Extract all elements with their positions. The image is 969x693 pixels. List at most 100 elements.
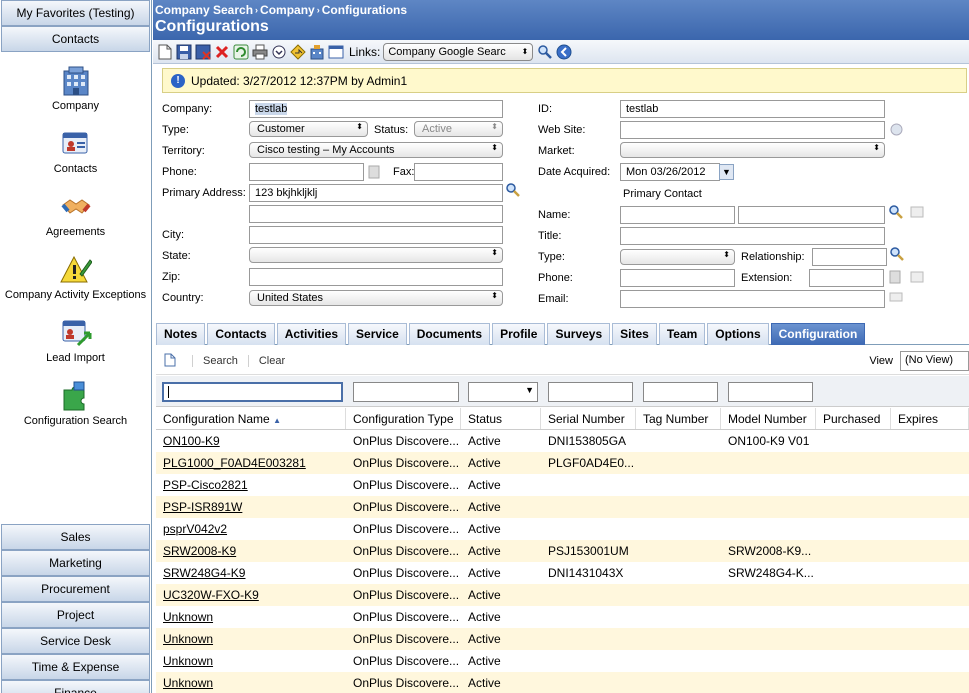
print-icon[interactable] <box>252 44 268 60</box>
territory-select[interactable]: Cisco testing – My Accounts ⬍ <box>249 142 503 158</box>
filter-serial-number[interactable] <box>548 382 633 402</box>
calendar-dropdown-icon[interactable]: ▼ <box>719 164 734 180</box>
city-field[interactable] <box>249 226 503 244</box>
column-header-configuration-type[interactable]: Configuration Type <box>346 408 461 429</box>
contact-card-icon[interactable] <box>910 206 924 220</box>
history-icon[interactable] <box>271 44 287 60</box>
sidebar-item-lead-import[interactable]: Lead Import <box>0 316 151 365</box>
filter-configuration-name[interactable] <box>162 382 343 402</box>
state-select[interactable]: ⬍ <box>249 247 503 263</box>
relationship-search-icon[interactable] <box>890 247 904 261</box>
window-icon[interactable] <box>328 44 344 60</box>
sidebar-item-company[interactable]: Company <box>0 64 151 113</box>
configuration-name-link[interactable]: SRW248G4-K9 <box>156 562 346 584</box>
id-field[interactable]: testlab <box>620 100 885 118</box>
zip-field[interactable] <box>249 268 503 286</box>
module-procurement-button[interactable]: Procurement <box>1 576 150 602</box>
module-sales-button[interactable]: Sales <box>1 524 150 550</box>
refresh-icon[interactable] <box>233 44 249 60</box>
table-row[interactable]: UC320W-FXO-K9 OnPlus Discovere... Active <box>156 584 969 606</box>
delete-icon[interactable] <box>214 44 230 60</box>
tab-profile[interactable]: Profile <box>492 323 546 345</box>
configuration-name-link[interactable]: ON100-K9 <box>156 430 346 452</box>
configuration-name-link[interactable]: Unknown <box>156 672 346 693</box>
links-search-icon[interactable] <box>537 44 553 60</box>
contact-type-select[interactable]: ⬍ <box>620 249 735 265</box>
contact-phone-book-icon[interactable] <box>889 270 903 284</box>
tab-sites[interactable]: Sites <box>612 323 657 345</box>
column-header-configuration-name[interactable]: Configuration Name ▲ <box>156 408 346 429</box>
table-row[interactable]: SRW248G4-K9 OnPlus Discovere... Active DNI1… <box>156 562 969 584</box>
sidebar-item-agreements[interactable]: Agreements <box>0 190 151 239</box>
column-header-status[interactable]: Status <box>461 408 541 429</box>
company-field[interactable]: testlab <box>249 100 503 118</box>
tab-options[interactable]: Options <box>707 323 769 345</box>
country-select[interactable]: United States ⬍ <box>249 290 503 306</box>
module-service-desk-button[interactable]: Service Desk <box>1 628 150 654</box>
links-select[interactable]: Company Google Searc ⬍ <box>383 42 534 61</box>
configuration-name-link[interactable]: Unknown <box>156 606 346 628</box>
module-finance-button[interactable]: Finance <box>1 680 150 693</box>
address-line2-field[interactable] <box>249 205 503 223</box>
sidebar-item-configuration-search[interactable]: Configuration Search <box>0 379 151 428</box>
tab-documents[interactable]: Documents <box>408 323 491 345</box>
breadcrumb-company-search[interactable]: Company Search <box>155 3 253 17</box>
configuration-name-link[interactable]: psprV042v2 <box>156 518 346 540</box>
go-arrow-icon[interactable] <box>556 44 572 60</box>
module-time-expense-button[interactable]: Time & Expense <box>1 654 150 680</box>
relationship-field[interactable] <box>812 248 887 266</box>
contact-phone-field[interactable] <box>620 269 735 287</box>
status-select[interactable]: Active ⬍ <box>414 121 503 137</box>
configuration-name-link[interactable]: PSP-Cisco2821 <box>156 474 346 496</box>
tab-activities[interactable]: Activities <box>276 323 347 345</box>
view-select[interactable]: (No View) <box>900 350 969 371</box>
table-row[interactable]: Unknown OnPlus Discovere... Active <box>156 650 969 672</box>
configuration-name-link[interactable]: SRW2008-K9 <box>156 540 346 562</box>
my-favorites-button[interactable]: My Favorites (Testing) <box>1 0 150 26</box>
configuration-name-link[interactable]: Unknown <box>156 650 346 672</box>
contact-search-icon[interactable] <box>889 205 903 219</box>
tab-notes[interactable]: Notes <box>156 323 206 345</box>
tab-surveys[interactable]: Surveys <box>547 323 611 345</box>
contact-last-name-field[interactable] <box>738 206 885 224</box>
contact-email-field[interactable] <box>620 290 885 308</box>
save-close-icon[interactable] <box>195 44 211 60</box>
table-row[interactable]: Unknown OnPlus Discovere... Active <box>156 672 969 693</box>
table-row[interactable]: psprV042v2 OnPlus Discovere... Active <box>156 518 969 540</box>
module-marketing-button[interactable]: Marketing <box>1 550 150 576</box>
new-configuration-icon[interactable] <box>164 353 178 369</box>
date-acquired-field[interactable]: Mon 03/26/2012 <box>620 163 720 181</box>
configuration-name-link[interactable]: UC320W-FXO-K9 <box>156 584 346 606</box>
tab-service[interactable]: Service <box>348 323 407 345</box>
filter-configuration-type[interactable] <box>353 382 459 402</box>
phone-field[interactable] <box>249 163 364 181</box>
tab-contacts[interactable]: Contacts <box>207 323 275 345</box>
sidebar-item-contacts[interactable]: Contacts <box>0 127 151 176</box>
filter-status[interactable]: ▼ <box>468 382 538 402</box>
grid-clear-button[interactable]: Clear <box>247 354 295 367</box>
table-row[interactable]: ON100-K9 OnPlus Discovere... Active DNI1538… <box>156 430 969 452</box>
phone-book-icon[interactable] <box>368 165 382 179</box>
column-header-model-number[interactable]: Model Number <box>721 408 816 429</box>
address-search-icon[interactable] <box>506 183 520 197</box>
tab-team[interactable]: Team <box>658 323 706 345</box>
company-chart-icon[interactable] <box>309 44 325 60</box>
sidebar-item-company-activity-exceptions[interactable]: Company Activity Exceptions <box>0 253 151 302</box>
table-row[interactable]: PSP-Cisco2821 OnPlus Discovere... Active <box>156 474 969 496</box>
table-row[interactable]: PLG1000_F0AD4E003281 OnPlus Discovere... A… <box>156 452 969 474</box>
filter-tag-number[interactable] <box>643 382 718 402</box>
address-line1-field[interactable]: 123 bkjhkljklj <box>249 184 503 202</box>
fax-field[interactable] <box>414 163 503 181</box>
website-field[interactable] <box>620 121 885 139</box>
navigate-icon[interactable] <box>290 43 306 60</box>
column-header-serial-number[interactable]: Serial Number <box>541 408 636 429</box>
column-header-expires[interactable]: Expires <box>891 408 969 429</box>
new-document-icon[interactable] <box>157 44 173 60</box>
email-icon[interactable] <box>889 291 903 305</box>
contact-first-name-field[interactable] <box>620 206 735 224</box>
configuration-name-link[interactable]: PSP-ISR891W <box>156 496 346 518</box>
contact-vcard-icon[interactable] <box>910 271 924 285</box>
table-row[interactable]: Unknown OnPlus Discovere... Active <box>156 606 969 628</box>
type-select[interactable]: Customer ⬍ <box>249 121 368 137</box>
grid-search-button[interactable]: Search <box>192 354 248 367</box>
